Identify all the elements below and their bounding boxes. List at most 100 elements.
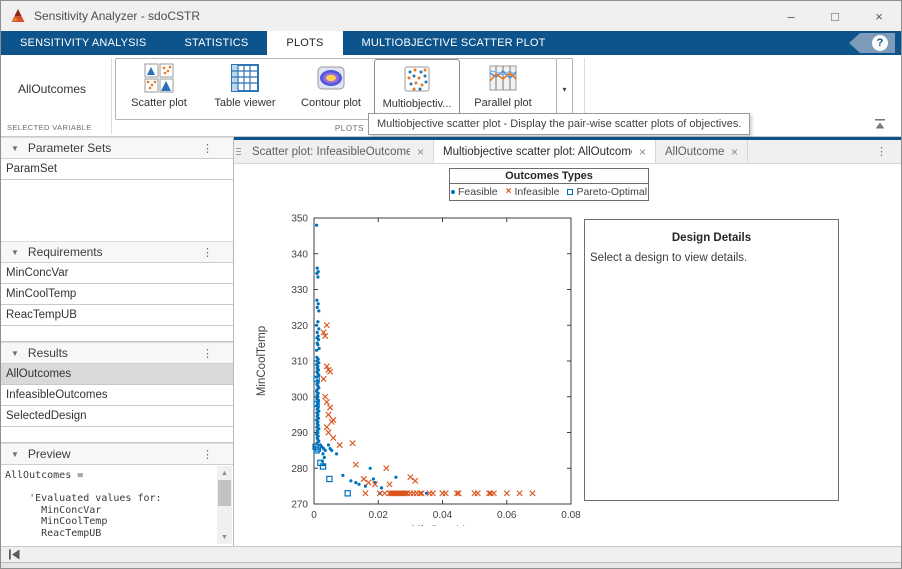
collapse-triangle-icon[interactable]: ▼: [11, 248, 19, 257]
multiobjective-scatter-plot-button[interactable]: Multiobjectiv...: [374, 59, 460, 119]
design-details-message: Select a design to view details.: [590, 252, 838, 264]
legend-item: Feasible: [451, 186, 498, 198]
preview-scrollbar[interactable]: ▲ ▼: [217, 466, 232, 544]
section-header-requirements[interactable]: ▼ Requirements ⋮: [1, 241, 233, 263]
svg-text:0.06: 0.06: [497, 510, 517, 521]
close-button[interactable]: ×: [857, 1, 901, 31]
scroll-up-icon[interactable]: ▲: [217, 466, 232, 480]
main-status-bar: [234, 546, 901, 562]
window-bottom-edge: [1, 562, 901, 569]
list-item[interactable]: ReacTempUB: [1, 305, 233, 326]
design-details-title: Design Details: [585, 232, 838, 244]
scatter-plot-button[interactable]: Scatter plot: [116, 59, 202, 119]
document-tab-label: AllOutcomes: [665, 146, 724, 158]
section-header-results[interactable]: ▼ Results ⋮: [1, 342, 233, 364]
contour-plot-icon: [316, 63, 346, 93]
legend-item-label: Infeasible: [514, 186, 559, 198]
section-menu-icon[interactable]: ⋮: [202, 246, 213, 259]
collapse-sidebar-icon[interactable]: [8, 549, 21, 560]
section-separator: [111, 58, 112, 134]
minimize-button[interactable]: –: [769, 1, 813, 31]
document-tab[interactable]: AllOutcomes ×: [656, 140, 748, 163]
scatter-plot-label: Scatter plot: [131, 97, 187, 109]
collapse-triangle-icon[interactable]: ▼: [11, 144, 19, 153]
scroll-down-icon[interactable]: ▼: [217, 530, 232, 544]
tooltip: Multiobjective scatter plot - Display th…: [368, 113, 750, 135]
collapse-triangle-icon[interactable]: ▼: [11, 450, 19, 459]
app-window: Sensitivity Analyzer - sdoCSTR – □ × SEN…: [0, 0, 902, 569]
legend-item: ×Infeasible: [506, 186, 560, 198]
tab-plots[interactable]: PLOTS: [267, 31, 342, 55]
x-marker-icon: ×: [506, 187, 512, 197]
matlab-logo-icon: [10, 8, 26, 24]
title-bar: Sensitivity Analyzer - sdoCSTR – □ ×: [1, 1, 901, 31]
legend-item-label: Feasible: [458, 186, 498, 198]
list-item[interactable]: ParamSet: [1, 159, 233, 180]
empty-row: [1, 427, 233, 443]
tab-sensitivity-analysis[interactable]: SENSITIVITY ANALYSIS: [1, 31, 165, 55]
legend-item: Pareto-Optimal: [567, 186, 647, 198]
table-viewer-icon: [230, 63, 260, 93]
legend-title: Outcomes Types: [450, 169, 648, 184]
selected-variable-dropdown[interactable]: AllOutcomes: [1, 58, 111, 120]
svg-text:0.08: 0.08: [561, 510, 581, 521]
selected-variable-caption: SELECTED VARIABLE: [7, 123, 92, 132]
multiobjective-scatter-plot-label: Multiobjectiv...: [383, 98, 452, 110]
document-tab-label: Scatter plot: InfeasibleOutcomes: [252, 146, 410, 158]
list-item[interactable]: MinCoolTemp: [1, 284, 233, 305]
empty-row: [1, 326, 233, 342]
dot-marker-icon: [451, 190, 455, 194]
table-viewer-button[interactable]: Table viewer: [202, 59, 288, 119]
preview-pane: AllOutcomes = 'Evaluated values for: Min…: [1, 465, 233, 546]
legend-items: Feasible ×Infeasible Pareto-Optimal: [450, 184, 648, 200]
tab-bar-menu-icon[interactable]: ⋮: [876, 145, 887, 158]
parameter-sets-list: ParamSet: [1, 159, 233, 241]
svg-text:290: 290: [291, 428, 308, 439]
table-viewer-label: Table viewer: [214, 97, 275, 109]
contour-plot-button[interactable]: Contour plot: [288, 59, 374, 119]
ribbon-tab-bar: SENSITIVITY ANALYSIS STATISTICS PLOTS MU…: [1, 31, 901, 55]
svg-text:0.02: 0.02: [369, 510, 389, 521]
splitter-handle-icon[interactable]: [236, 140, 243, 163]
section-header-parameter-sets[interactable]: ▼ Parameter Sets ⋮: [1, 137, 233, 159]
gallery-dropdown-button[interactable]: ▾: [557, 58, 573, 120]
parallel-plot-label: Parallel plot: [474, 97, 531, 109]
close-tab-icon[interactable]: ×: [639, 145, 646, 159]
contour-plot-label: Contour plot: [301, 97, 361, 109]
help-icon: ?: [872, 35, 888, 51]
tab-statistics[interactable]: STATISTICS: [165, 31, 267, 55]
svg-text:340: 340: [291, 249, 308, 260]
design-details-panel: Design Details Select a design to view d…: [584, 219, 839, 501]
document-tab[interactable]: Scatter plot: InfeasibleOutcomes ×: [243, 140, 434, 163]
section-menu-icon[interactable]: ⋮: [202, 347, 213, 360]
parallel-plot-button[interactable]: Parallel plot: [460, 59, 546, 119]
section-header-preview[interactable]: ▼ Preview ⋮: [1, 443, 233, 465]
list-item[interactable]: SelectedDesign: [1, 406, 233, 427]
list-item[interactable]: AllOutcomes: [1, 364, 233, 385]
svg-text:350: 350: [291, 214, 308, 225]
section-menu-icon[interactable]: ⋮: [202, 142, 213, 155]
svg-text:320: 320: [291, 321, 308, 332]
results-list: AllOutcomesInfeasibleOutcomesSelectedDes…: [1, 364, 233, 443]
scatter-plot-icon: [144, 63, 174, 93]
collapse-ribbon-icon[interactable]: [873, 119, 887, 130]
tab-multiobjective-scatter-plot[interactable]: MULTIOBJECTIVE SCATTER PLOT: [343, 31, 565, 55]
list-item[interactable]: InfeasibleOutcomes: [1, 385, 233, 406]
document-tab[interactable]: Multiobjective scatter plot: AllOutcomes…: [434, 140, 656, 163]
requirements-list: MinConcVarMinCoolTempReacTempUB: [1, 263, 233, 342]
list-item[interactable]: MinConcVar: [1, 263, 233, 284]
close-tab-icon[interactable]: ×: [731, 145, 738, 159]
svg-text:MinConcVar: MinConcVar: [411, 525, 474, 526]
collapse-triangle-icon[interactable]: ▼: [11, 349, 19, 358]
svg-text:270: 270: [291, 500, 308, 511]
square-marker-icon: [567, 189, 573, 195]
svg-text:300: 300: [291, 392, 308, 403]
close-tab-icon[interactable]: ×: [417, 145, 424, 159]
maximize-button[interactable]: □: [813, 1, 857, 31]
legend-item-label: Pareto-Optimal: [576, 186, 647, 198]
preview-text: AllOutcomes = 'Evaluated values for: Min…: [5, 470, 162, 539]
section-menu-icon[interactable]: ⋮: [202, 448, 213, 461]
chart-legend: Outcomes Types Feasible ×Infeasible Pareto…: [449, 168, 649, 201]
scrollbar-thumb[interactable]: [218, 480, 231, 506]
scatter-chart[interactable]: 00.020.040.060.0827028029030031032033034…: [251, 196, 591, 526]
